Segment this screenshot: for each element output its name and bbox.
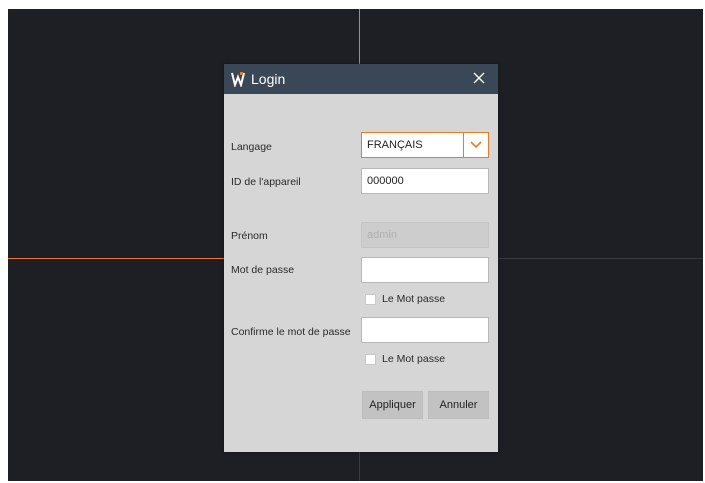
language-select[interactable]: FRANÇAIS: [361, 132, 489, 158]
login-dialog: Login Langage FRANÇAIS ID de l'appareil …: [224, 64, 498, 452]
dialog-title: Login: [251, 71, 286, 87]
grid-divider-horizontal-left: [8, 258, 224, 259]
confirm-password-label: Confirme le mot de passe: [231, 326, 351, 338]
username-field: admin: [361, 222, 489, 248]
grid-divider-horizontal-right: [498, 258, 703, 259]
show-password-checkbox[interactable]: Le Mot passe: [365, 293, 445, 305]
password-label: Mot de passe: [231, 264, 295, 276]
apply-button[interactable]: Appliquer: [362, 391, 423, 419]
show-confirm-password-label: Le Mot passe: [382, 353, 446, 365]
checkbox-box[interactable]: [365, 353, 376, 365]
device-id-label: ID de l'appareil: [231, 176, 301, 188]
username-label: Prénom: [231, 230, 268, 242]
language-label: Langage: [231, 141, 272, 153]
dialog-titlebar: Login: [224, 64, 498, 94]
cancel-button[interactable]: Annuler: [428, 391, 489, 419]
language-value: FRANÇAIS: [367, 139, 423, 151]
device-id-field[interactable]: 000000: [361, 168, 489, 194]
confirm-password-field[interactable]: [361, 317, 489, 343]
password-field[interactable]: [361, 257, 489, 283]
checkbox-box[interactable]: [365, 293, 376, 305]
chevron-down-icon[interactable]: [463, 133, 488, 157]
show-password-label: Le Mot passe: [382, 293, 446, 305]
show-confirm-password-checkbox[interactable]: Le Mot passe: [365, 353, 445, 365]
grid-divider-vertical-bottom: [359, 449, 360, 481]
w-logo-icon: [231, 71, 245, 87]
close-icon[interactable]: [470, 69, 488, 87]
